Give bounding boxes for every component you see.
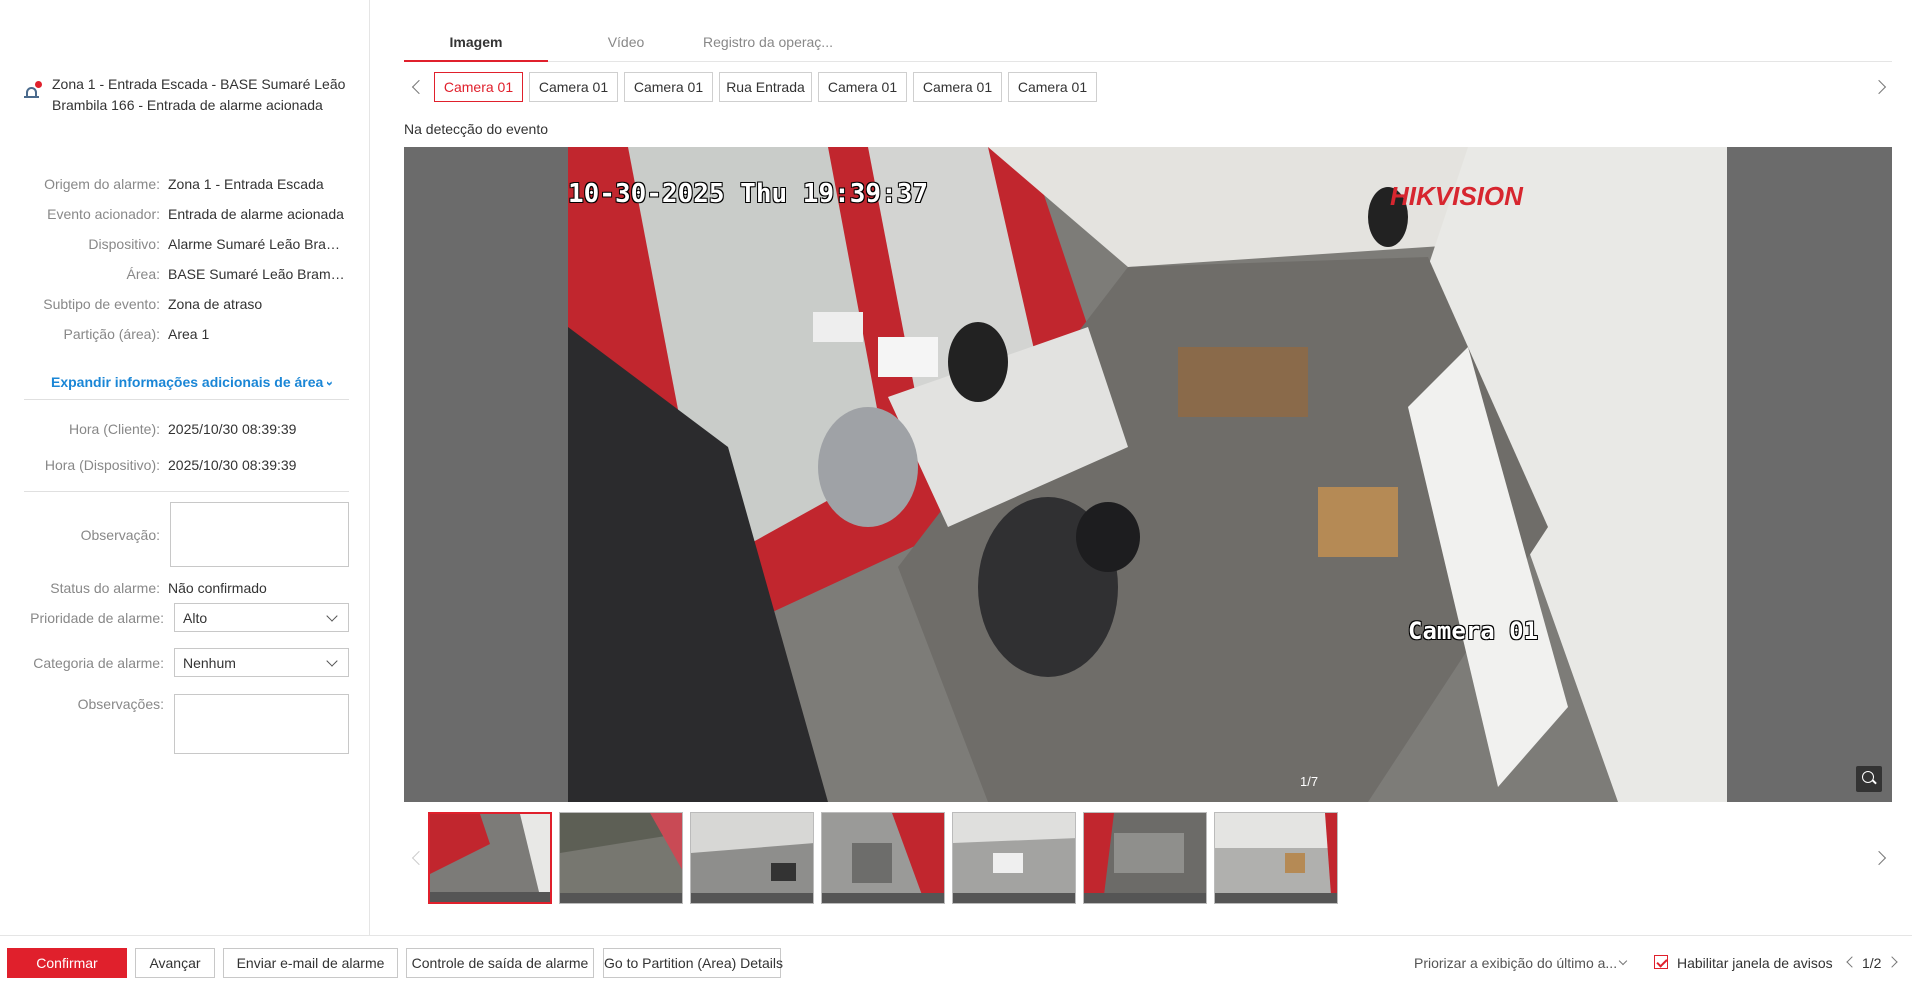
observacao-label-row: Observação: xyxy=(0,524,170,546)
chevron-right-icon[interactable] xyxy=(1871,79,1887,95)
detail-row-dispositivo: Dispositivo: Alarme Sumaré Leão Bram... xyxy=(0,233,370,255)
zoom-in-icon[interactable] xyxy=(1856,766,1882,792)
expand-area-info-link[interactable]: Expandir informações adicionais de área … xyxy=(51,374,337,390)
prioridade-select[interactable]: Alto xyxy=(174,603,349,632)
observacao-field[interactable] xyxy=(170,502,349,567)
categoria-select[interactable]: Nenhum xyxy=(174,648,349,677)
send-email-button[interactable]: Enviar e-mail de alarme xyxy=(223,948,398,978)
image-viewer[interactable]: 10-30-2025 Thu 19:39:37 HIKVISION Camera… xyxy=(404,147,1892,802)
alarm-output-button[interactable]: Controle de saída de alarme xyxy=(406,948,594,978)
thumbnail[interactable] xyxy=(1214,812,1338,904)
chevron-right-icon[interactable] xyxy=(1871,850,1887,866)
osd-timestamp: 10-30-2025 Thu 19:39:37 xyxy=(568,179,929,209)
chevron-left-icon[interactable] xyxy=(411,79,427,95)
enable-popup-label: Habilitar janela de avisos xyxy=(1677,955,1833,971)
expand-area-info-label: Expandir informações adicionais de área xyxy=(51,374,324,390)
detail-value: Alarme Sumaré Leão Bram... xyxy=(168,236,348,252)
partition-details-button[interactable]: Go to Partition (Area) Details xyxy=(603,948,783,978)
time-value: 2025/10/30 08:39:39 xyxy=(168,421,297,437)
alarm-title-text: Zona 1 - Entrada Escada - BASE Sumaré Le… xyxy=(52,76,346,113)
chevron-right-icon[interactable] xyxy=(1886,956,1898,968)
detail-row-particao: Partição (área): Area 1 xyxy=(0,323,370,345)
thumbnail[interactable] xyxy=(428,812,552,904)
status-label: Status do alarme: xyxy=(50,580,160,596)
camera-button[interactable]: Camera 01 xyxy=(624,72,713,102)
tab-imagem[interactable]: Imagem xyxy=(404,28,548,62)
observacoes-label: Observações: xyxy=(77,696,164,712)
action-bar: Confirmar Avançar Enviar e-mail de alarm… xyxy=(0,935,1912,989)
camera-button[interactable]: Camera 01 xyxy=(1008,72,1097,102)
detail-value: Area 1 xyxy=(168,326,210,342)
detail-value: Zona 1 - Entrada Escada xyxy=(168,176,324,192)
detail-row-subtipo: Subtipo de evento: Zona de atraso xyxy=(0,293,370,315)
thumbnail[interactable] xyxy=(952,812,1076,904)
page-indicator: 1/2 xyxy=(1862,955,1882,971)
next-button[interactable]: Avançar xyxy=(135,948,215,978)
categoria-selected-value: Nenhum xyxy=(183,654,236,671)
categoria-label: Categoria de alarme: xyxy=(33,655,164,671)
alarm-device-icon xyxy=(24,81,42,99)
camera-button[interactable]: Camera 01 xyxy=(529,72,618,102)
tab-registro[interactable]: Registro da operaç... xyxy=(688,28,848,62)
camera-button[interactable]: Camera 01 xyxy=(913,72,1002,102)
camera-selector: Camera 01 Camera 01 Camera 01 Rua Entrad… xyxy=(404,72,1892,104)
time-label: Hora (Dispositivo): xyxy=(44,457,160,473)
prioridade-label: Prioridade de alarme: xyxy=(30,610,164,626)
time-row-cliente: Hora (Cliente): 2025/10/30 08:39:39 xyxy=(0,418,370,440)
detail-row-evento: Evento acionador: Entrada de alarme acio… xyxy=(0,203,370,225)
divider xyxy=(24,491,349,492)
view-tabs: Imagem Vídeo Registro da operaç... xyxy=(404,28,1892,62)
camera-snapshot: 10-30-2025 Thu 19:39:37 HIKVISION Camera… xyxy=(568,147,1727,802)
detail-value: BASE Sumaré Leão Brambil... xyxy=(168,266,348,282)
snapshot-thumbnails xyxy=(404,810,1892,906)
tab-video[interactable]: Vídeo xyxy=(576,28,676,62)
status-row: Status do alarme: Não confirmado xyxy=(0,577,370,599)
observacoes-field[interactable] xyxy=(174,694,349,754)
thumbnail[interactable] xyxy=(690,812,814,904)
enable-popup-checkbox[interactable] xyxy=(1654,955,1668,969)
divider xyxy=(24,399,349,400)
time-label: Hora (Cliente): xyxy=(68,421,160,437)
office-scene-image xyxy=(568,147,1727,802)
detail-label: Partição (área): xyxy=(63,326,160,342)
thumbnail[interactable] xyxy=(1083,812,1207,904)
detail-label: Área: xyxy=(126,266,160,282)
chevron-left-icon[interactable] xyxy=(1846,956,1858,968)
detail-label: Evento acionador: xyxy=(47,206,160,222)
detail-value: Zona de atraso xyxy=(168,296,263,312)
observacoes-label-row: Observações: xyxy=(0,693,172,715)
chevron-down-icon xyxy=(326,655,338,667)
image-counter: 1/7 xyxy=(1300,774,1319,789)
prioridade-label-row: Prioridade de alarme: xyxy=(0,607,172,629)
event-moment-label: Na detecção do evento xyxy=(404,121,548,137)
thumbnail[interactable] xyxy=(821,812,945,904)
thumbnail[interactable] xyxy=(559,812,683,904)
camera-button[interactable]: Camera 01 xyxy=(818,72,907,102)
status-value: Não confirmado xyxy=(168,580,267,596)
chevron-down-icon xyxy=(1618,956,1628,966)
camera-button[interactable]: Rua Entrada xyxy=(719,72,812,102)
detail-label: Dispositivo: xyxy=(88,236,160,252)
alarm-details-panel: Zona 1 - Entrada Escada - BASE Sumaré Le… xyxy=(0,0,370,935)
prioridade-selected-value: Alto xyxy=(183,609,208,626)
detail-row-origem: Origem do alarme: Zona 1 - Entrada Escad… xyxy=(0,173,370,195)
osd-camera-name: Camera 01 xyxy=(1408,617,1539,645)
time-value: 2025/10/30 08:39:39 xyxy=(168,457,297,473)
osd-brand-logo: HIKVISION xyxy=(1390,181,1523,211)
detail-value: Entrada de alarme acionada xyxy=(168,206,344,222)
observacao-label: Observação: xyxy=(80,527,160,543)
chevron-down-icon xyxy=(326,610,338,622)
detail-label: Subtipo de evento: xyxy=(43,296,160,312)
detail-label: Origem do alarme: xyxy=(44,176,160,192)
time-row-dispositivo: Hora (Dispositivo): 2025/10/30 08:39:39 xyxy=(0,454,370,476)
priority-view-select[interactable]: Priorizar a exibição do último a... xyxy=(1414,955,1617,971)
camera-button[interactable]: Camera 01 xyxy=(434,72,523,102)
chevron-left-icon[interactable] xyxy=(411,850,427,866)
confirm-button[interactable]: Confirmar xyxy=(7,948,127,978)
detail-row-area: Área: BASE Sumaré Leão Brambil... xyxy=(0,263,370,285)
double-chevron-down-icon: ›› xyxy=(323,381,338,383)
alarm-title: Zona 1 - Entrada Escada - BASE Sumaré Le… xyxy=(24,74,354,116)
categoria-label-row: Categoria de alarme: xyxy=(0,652,172,674)
